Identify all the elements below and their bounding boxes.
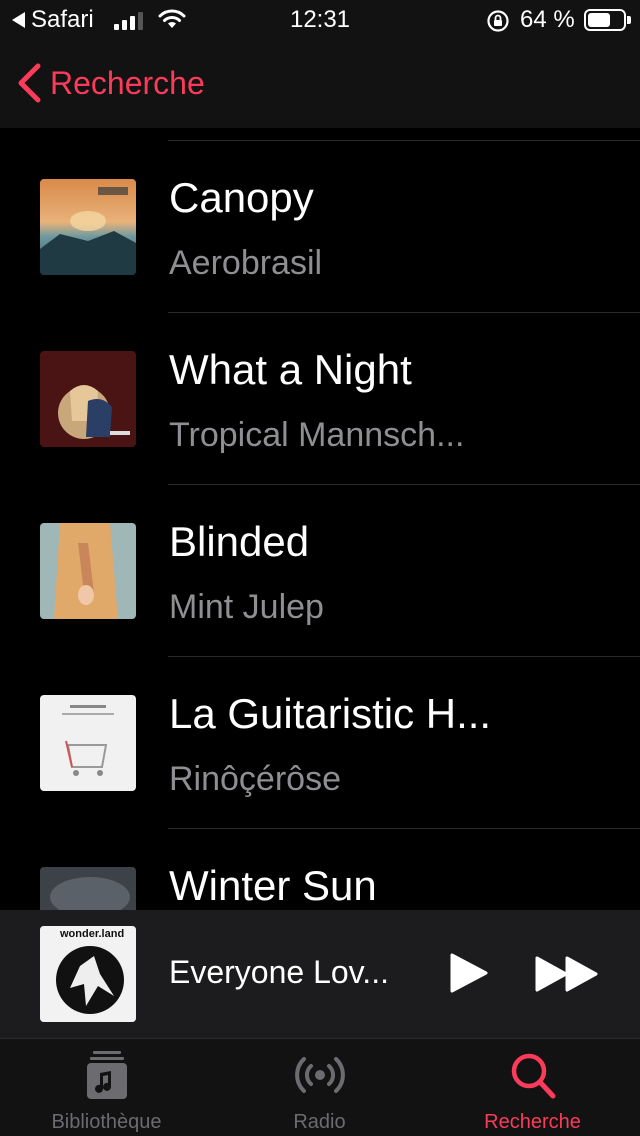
canopy-album-art: [40, 179, 136, 275]
song-artist: Rinôçérôse: [169, 760, 341, 798]
search-icon: [511, 1053, 555, 1099]
chevron-left-icon: [18, 63, 41, 103]
song-row[interactable]: What a Night Tropical Mannsch...: [0, 312, 640, 484]
back-button[interactable]: Recherche: [16, 62, 205, 104]
mini-player[interactable]: wonder.land Everyone Lov...: [0, 910, 640, 1038]
tab-search-label: Recherche: [484, 1111, 581, 1133]
song-title: What a Night: [169, 346, 412, 393]
song-row[interactable]: Blinded Mint Julep: [0, 484, 640, 656]
tab-library-label: Bibliothèque: [51, 1111, 162, 1133]
status-bar: Safari 12:31 64 %: [0, 0, 640, 40]
back-button-label: Recherche: [50, 64, 205, 101]
navigation-bar: Recherche: [0, 40, 640, 128]
tab-bar: Bibliothèque Radio Recherche: [0, 1038, 640, 1136]
song-row[interactable]: La Guitaristic H... Rinôçérôse: [0, 656, 640, 828]
song-title: La Guitaristic H...: [169, 690, 492, 737]
song-title: Blinded: [169, 518, 310, 565]
music-library-icon: [86, 1051, 127, 1099]
tab-library[interactable]: Bibliothèque: [0, 1039, 213, 1136]
song-title: Canopy: [169, 174, 314, 221]
song-row[interactable]: Winter Sun: [0, 828, 640, 910]
song-list[interactable]: Canopy Aerobrasil What a Night Tropical …: [0, 128, 640, 910]
song-artist: Aerobrasil: [169, 244, 323, 282]
tab-radio-label: Radio: [293, 1111, 346, 1133]
now-playing-art-label: wonder.land: [60, 928, 125, 940]
radio-broadcast-icon: [294, 1057, 345, 1093]
now-playing-album-art: wonder.land: [40, 926, 136, 1022]
song-title: Winter Sun: [169, 862, 377, 909]
fast-forward-icon[interactable]: [534, 954, 600, 994]
rinocerose-album-art: [40, 695, 136, 791]
play-icon[interactable]: [448, 952, 488, 994]
battery-percent: 64 %: [520, 6, 575, 33]
tropical-mannschaft-album-art: [40, 351, 136, 447]
tab-search[interactable]: Recherche: [426, 1039, 639, 1136]
song-artist: Mint Julep: [169, 588, 324, 626]
battery-icon: [584, 9, 631, 31]
song-artist: Tropical Mannsch...: [169, 416, 465, 454]
orientation-lock-icon: [487, 10, 509, 32]
blinded-album-art: [40, 523, 136, 619]
now-playing-title: Everyone Lov...: [169, 954, 389, 990]
song-row[interactable]: Canopy Aerobrasil: [0, 140, 640, 312]
tab-radio[interactable]: Radio: [213, 1039, 426, 1136]
winter-sun-album-art: [40, 867, 136, 910]
